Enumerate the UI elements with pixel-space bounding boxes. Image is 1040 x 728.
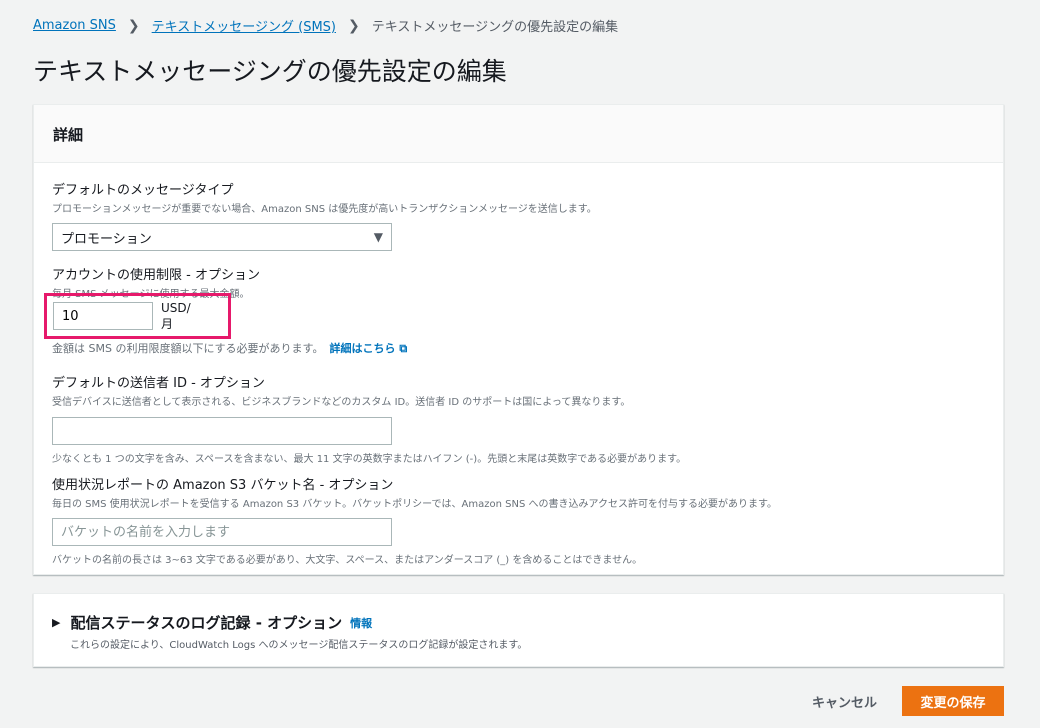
chevron-right-icon: ❯ [127, 17, 140, 34]
message-type-label: デフォルトのメッセージタイプ [52, 183, 234, 198]
message-type-field: デフォルトのメッセージタイプ プロモーションメッセージが重要でない場合、Amaz… [52, 179, 597, 251]
caret-down-icon: ▼ [373, 230, 383, 244]
delivery-log-toggle[interactable]: ▶ 配信ステータスのログ記録 - オプション 情報 [52, 612, 372, 633]
spend-limit-highlight: USD/ 月 [44, 293, 231, 339]
sender-id-label: デフォルトの送信者 ID - オプション [52, 376, 265, 391]
sender-id-description: 受信デバイスに送信者として表示される、ビジネスブランドなどのカスタム ID。送信… [52, 397, 631, 408]
breadcrumb-text-messaging[interactable]: テキストメッセージング (SMS) [152, 16, 336, 35]
breadcrumb: Amazon SNS ❯ テキストメッセージング (SMS) ❯ テキストメッセ… [33, 16, 619, 36]
spend-limit-input[interactable] [53, 302, 153, 330]
delivery-log-panel: ▶ 配信ステータスのログ記録 - オプション 情報 これらの設定により、Clou… [33, 593, 1004, 667]
cancel-button[interactable]: キャンセル [800, 687, 889, 715]
s3-bucket-input[interactable] [52, 518, 392, 546]
spend-limit-hint-text: 金額は SMS の利用限度額以下にする必要があります。 [52, 342, 324, 355]
external-link-icon: ⧉ [399, 342, 408, 355]
spend-limit-unit: USD/ 月 [161, 300, 191, 331]
delivery-log-info-link[interactable]: 情報 [350, 615, 372, 631]
s3-bucket-field: 使用状況レポートの Amazon S3 バケット名 - オプション 毎日の SM… [52, 474, 777, 566]
s3-bucket-hint: バケットの名前の長さは 3~63 文字である必要があり、大文字、スペース、または… [52, 555, 643, 566]
sender-id-hint: 少なくとも 1 つの文字を含み、スペースを含まない、最大 11 文字の英数字また… [52, 454, 687, 465]
save-changes-button[interactable]: 変更の保存 [902, 686, 1004, 716]
details-header: 詳細 [34, 105, 1003, 163]
sender-id-input[interactable] [52, 417, 392, 445]
learn-more-link[interactable]: 詳細はこちら ⧉ [329, 342, 407, 355]
details-panel: 詳細 デフォルトのメッセージタイプ プロモーションメッセージが重要でない場合、A… [33, 104, 1004, 575]
spend-limit-label: アカウントの使用制限 - オプション [52, 268, 260, 283]
learn-more-link-label: 詳細はこちら [329, 342, 396, 355]
chevron-right-icon: ❯ [348, 17, 360, 34]
breadcrumb-amazon-sns[interactable]: Amazon SNS [33, 18, 116, 33]
spend-limit-hint-row: 金額は SMS の利用限度額以下にする必要があります。 詳細はこちら ⧉ [52, 335, 407, 356]
spend-limit-hint: 金額は SMS の利用限度額以下にする必要があります。 詳細はこちら ⧉ [52, 340, 407, 356]
s3-bucket-label: 使用状況レポートの Amazon S3 バケット名 - オプション [52, 478, 394, 493]
delivery-log-description: これらの設定により、CloudWatch Logs へのメッセージ配信ステータス… [70, 640, 528, 651]
s3-bucket-description: 毎日の SMS 使用状況レポートを受信する Amazon S3 バケット。バケッ… [52, 499, 777, 510]
caret-right-icon: ▶ [52, 616, 61, 629]
page-title: テキストメッセージングの優先設定の編集 [33, 57, 507, 86]
breadcrumb-current: テキストメッセージングの優先設定の編集 [371, 20, 619, 35]
delivery-log-title: 配信ステータスのログ記録 - オプション [70, 614, 343, 632]
sender-id-field: デフォルトの送信者 ID - オプション 受信デバイスに送信者として表示される、… [52, 372, 686, 465]
message-type-description: プロモーションメッセージが重要でない場合、Amazon SNS は優先度が高いト… [52, 204, 597, 215]
message-type-select[interactable]: プロモーション ▼ [52, 223, 392, 251]
message-type-selected: プロモーション [61, 231, 152, 247]
